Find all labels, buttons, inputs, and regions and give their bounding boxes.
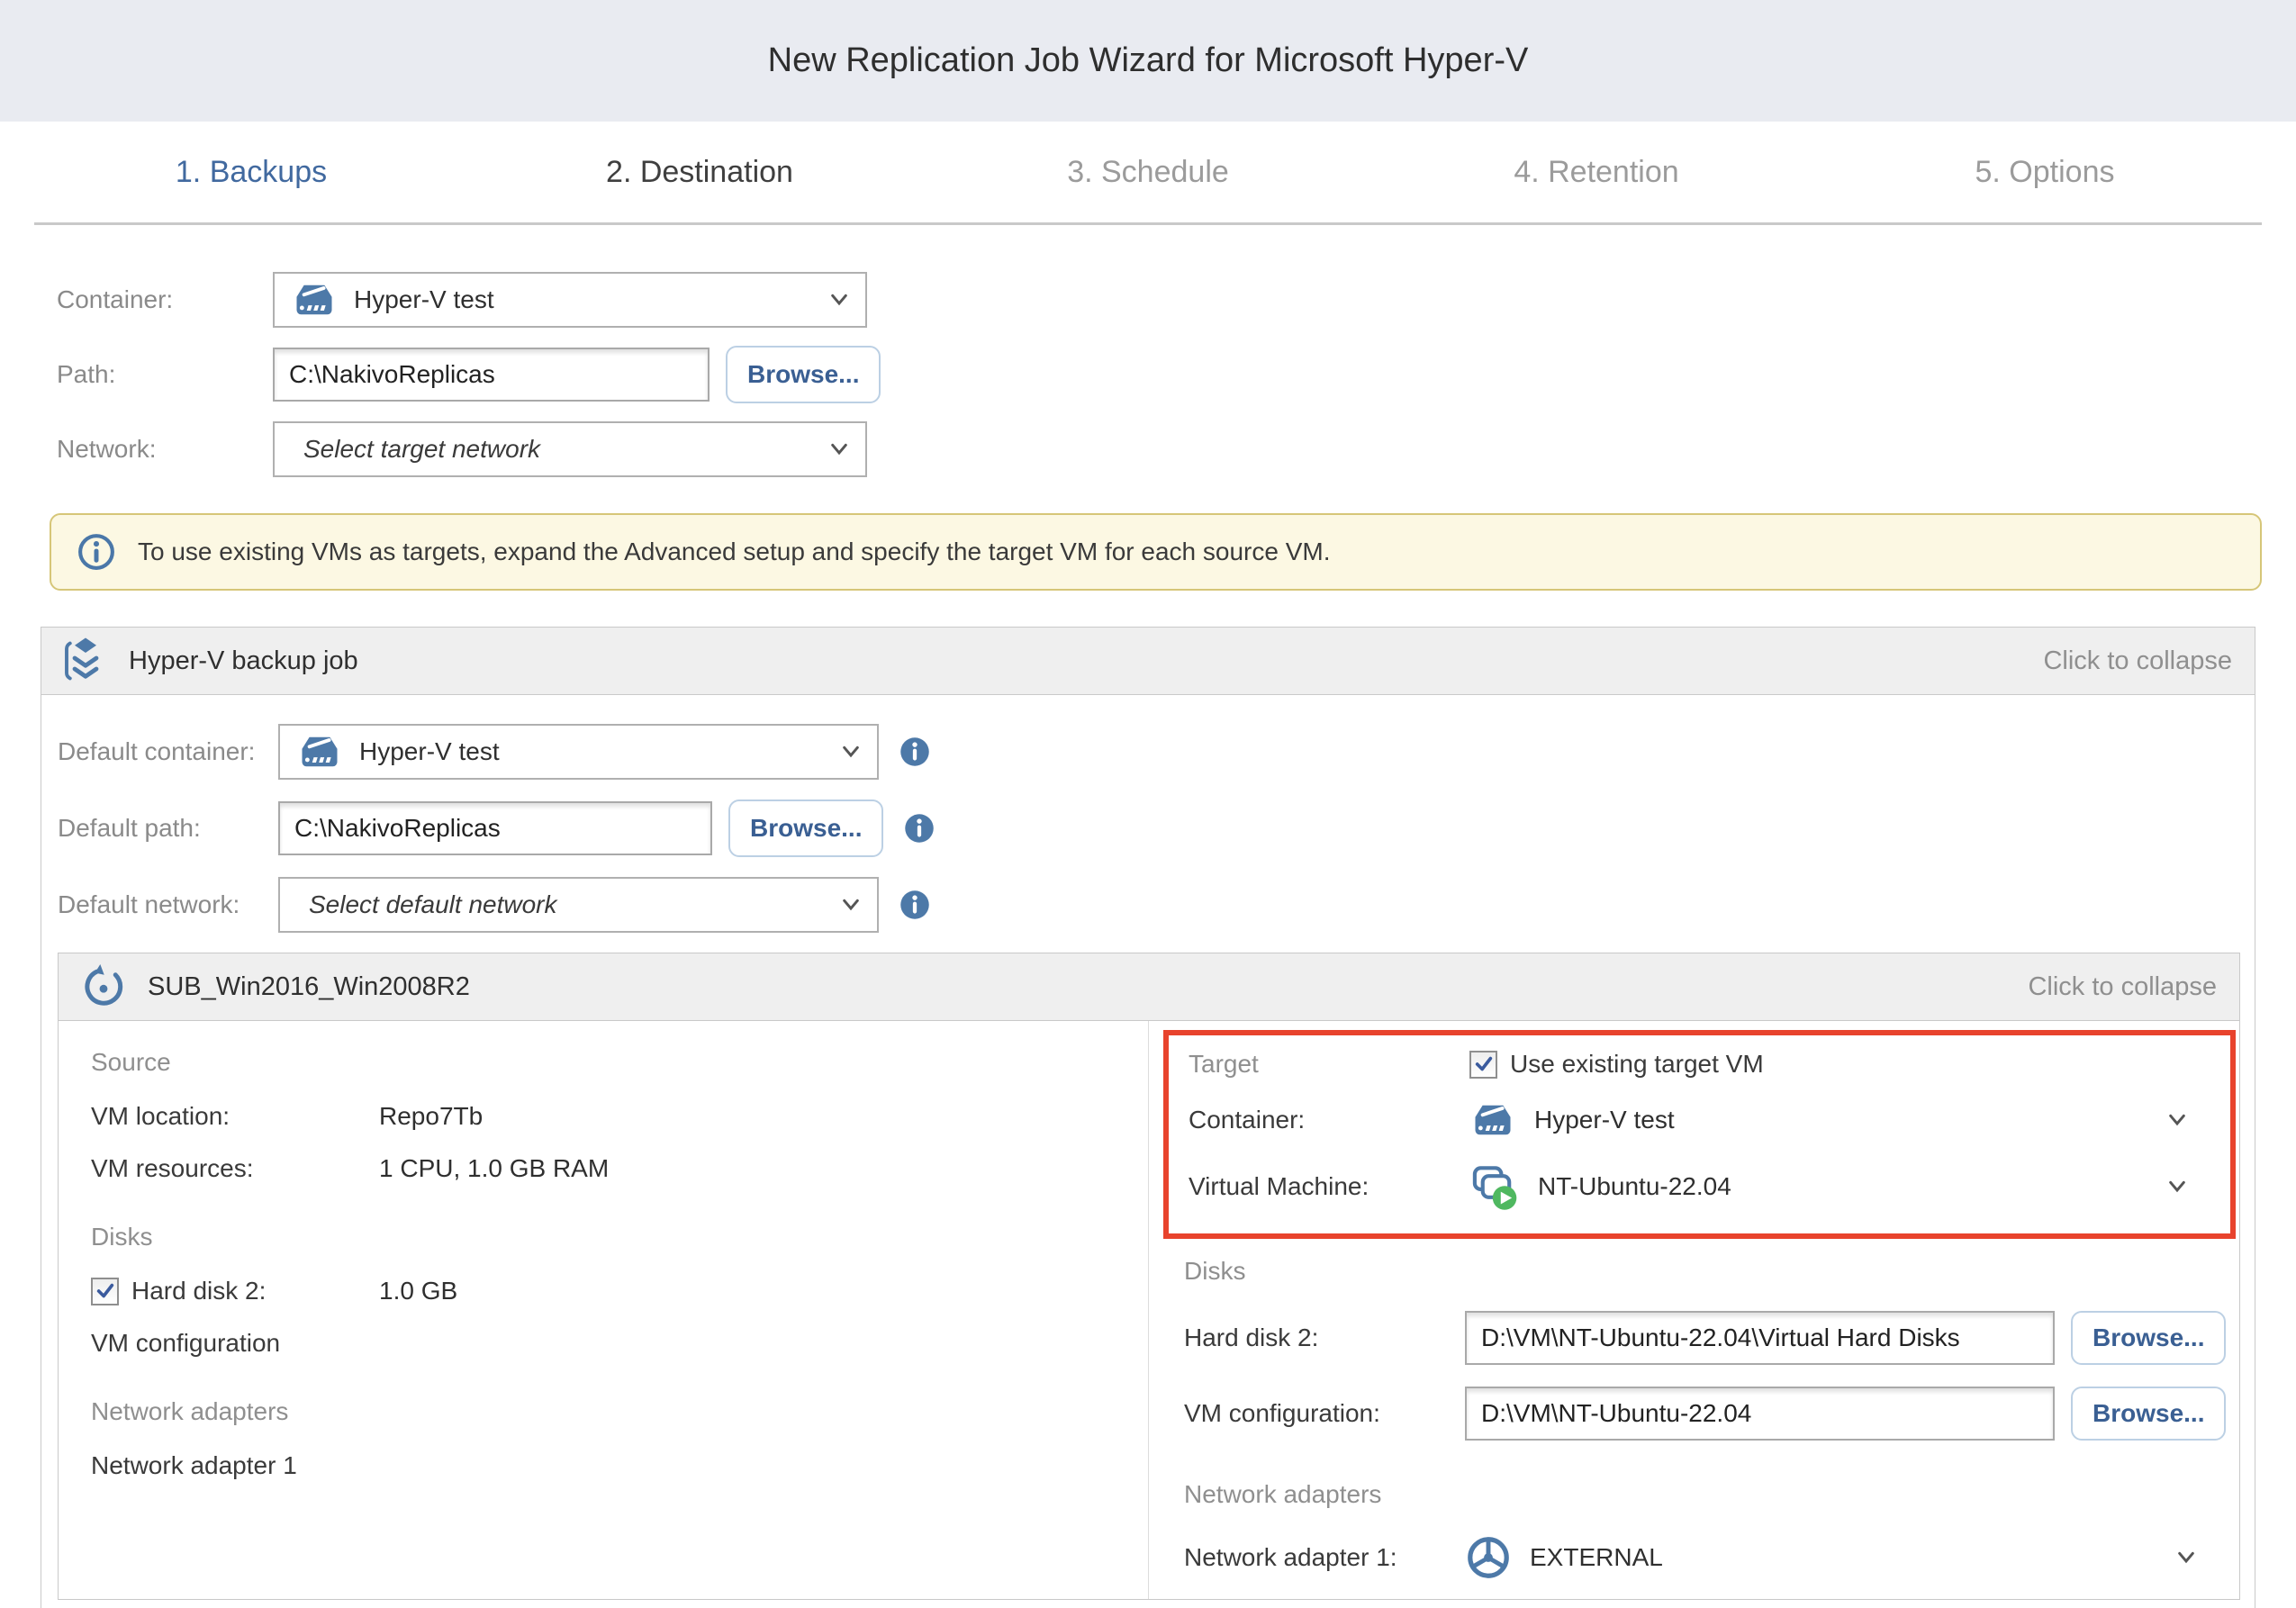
use-existing-target-vm-option[interactable]: Use existing target VM <box>1469 1050 1764 1079</box>
chevron-down-icon <box>2167 1179 2187 1194</box>
vm-location-label: VM location: <box>91 1102 379 1131</box>
hard-disk-checkbox[interactable] <box>91 1278 119 1305</box>
chevron-down-icon <box>841 898 861 912</box>
use-existing-checkbox[interactable] <box>1469 1051 1497 1079</box>
target-column: Target Use existing target VM Container: <box>1148 1021 2239 1599</box>
target-disks-label: Disks <box>1184 1257 2239 1286</box>
destination-form: Container: Hyper-V test Path: Browse... … <box>0 225 2296 477</box>
chevron-down-icon <box>2167 1113 2187 1127</box>
wizard-steps: 1. Backups 2. Destination 3. Schedule 4.… <box>0 122 2296 222</box>
virtual-machine-icon <box>1469 1161 1520 1212</box>
vm-panel-body: Source VM location: Repo7Tb VM resources… <box>59 1021 2239 1599</box>
wizard-window: New Replication Job Wizard for Microsoft… <box>0 0 2296 1608</box>
chevron-down-icon <box>2176 1550 2196 1565</box>
backup-job-stack-icon <box>64 635 107 687</box>
step-backups[interactable]: 1. Backups <box>27 155 475 190</box>
collapse-hint: Click to collapse <box>2043 646 2232 676</box>
vm-resources-value: 1 CPU, 1.0 GB RAM <box>379 1154 609 1183</box>
backup-job-header[interactable]: Hyper-V backup job Click to collapse <box>41 628 2255 695</box>
source-hard-disk-value: 1.0 GB <box>379 1277 457 1305</box>
default-container-dropdown[interactable]: Hyper-V test <box>278 724 879 780</box>
drive-icon <box>291 280 338 320</box>
container-value: Hyper-V test <box>354 285 494 314</box>
target-net-adapter-value: EXTERNAL <box>1530 1543 1663 1572</box>
source-vm-config-label: VM configuration <box>91 1329 379 1358</box>
highlight-box: Target Use existing target VM Container: <box>1163 1030 2236 1239</box>
default-network-label: Default network: <box>58 890 278 919</box>
default-path-browse-button[interactable]: Browse... <box>728 799 883 857</box>
default-container-label: Default container: <box>58 737 278 766</box>
source-hard-disk-label: Hard disk 2: <box>131 1277 266 1305</box>
step-options[interactable]: 5. Options <box>1821 155 2269 190</box>
target-vm-config-label: VM configuration: <box>1184 1399 1465 1428</box>
use-existing-label: Use existing target VM <box>1510 1050 1764 1079</box>
chevron-down-icon <box>829 293 849 307</box>
step-destination[interactable]: 2. Destination <box>475 155 924 190</box>
container-dropdown[interactable]: Hyper-V test <box>273 272 867 328</box>
backup-job-body: Default container: Hyper-V test Default … <box>41 695 2255 1608</box>
step-retention[interactable]: 4. Retention <box>1372 155 1821 190</box>
wizard-title-bar: New Replication Job Wizard for Microsoft… <box>0 0 2296 122</box>
path-input[interactable] <box>273 348 710 402</box>
target-container-label: Container: <box>1189 1106 1469 1134</box>
default-network-dropdown[interactable]: Select default network <box>278 877 879 933</box>
vm-panel-header[interactable]: SUB_Win2016_Win2008R2 Click to collapse <box>59 953 2239 1021</box>
target-vm-value: NT-Ubuntu-22.04 <box>1538 1172 1731 1201</box>
target-hard-disk-browse-button[interactable]: Browse... <box>2071 1311 2226 1365</box>
drive-icon <box>1469 1100 1516 1140</box>
target-vm-label: Virtual Machine: <box>1189 1172 1469 1201</box>
source-column: Source VM location: Repo7Tb VM resources… <box>59 1021 1148 1599</box>
target-vm-config-path-input[interactable] <box>1465 1387 2055 1441</box>
page-title: New Replication Job Wizard for Microsoft… <box>768 41 1529 80</box>
source-net-adapters-label: Network adapters <box>91 1397 1148 1426</box>
container-label: Container: <box>57 285 273 314</box>
target-vm-config-browse-button[interactable]: Browse... <box>2071 1387 2226 1441</box>
network-dropdown[interactable]: Select target network <box>273 421 867 477</box>
info-icon <box>77 532 116 572</box>
info-icon <box>899 889 931 921</box>
chevron-down-icon <box>841 745 861 759</box>
source-net-adapter-label: Network adapter 1 <box>91 1451 379 1480</box>
source-section-label: Source <box>91 1048 1148 1077</box>
target-container-value: Hyper-V test <box>1534 1106 1675 1134</box>
target-vm-dropdown[interactable]: Virtual Machine: NT-Ubuntu-22.04 <box>1189 1161 2230 1212</box>
target-container-dropdown[interactable]: Container: Hyper-V test <box>1189 1100 2230 1140</box>
target-hard-disk-path-input[interactable] <box>1465 1311 2055 1365</box>
chevron-down-icon <box>829 442 849 456</box>
network-label: Network: <box>57 435 273 464</box>
target-net-adapters-label: Network adapters <box>1184 1480 2239 1509</box>
vm-panel-title: SUB_Win2016_Win2008R2 <box>148 972 470 1002</box>
backup-job-panel: Hyper-V backup job Click to collapse Def… <box>41 627 2255 1608</box>
network-placeholder: Select target network <box>303 435 540 464</box>
default-container-value: Hyper-V test <box>359 737 500 766</box>
path-browse-button[interactable]: Browse... <box>726 346 881 403</box>
info-icon <box>903 812 936 845</box>
info-banner-text: To use existing VMs as targets, expand t… <box>138 538 1331 566</box>
default-network-placeholder: Select default network <box>309 890 557 919</box>
info-banner: To use existing VMs as targets, expand t… <box>50 513 2262 591</box>
vm-panel: SUB_Win2016_Win2008R2 Click to collapse … <box>58 953 2240 1600</box>
info-icon <box>899 736 931 768</box>
network-hub-icon <box>1465 1534 1512 1581</box>
default-path-input[interactable] <box>278 801 712 855</box>
path-label: Path: <box>57 360 273 389</box>
target-hard-disk-label: Hard disk 2: <box>1184 1323 1465 1352</box>
drive-icon <box>296 732 343 772</box>
step-schedule[interactable]: 3. Schedule <box>924 155 1372 190</box>
vm-resources-label: VM resources: <box>91 1154 379 1183</box>
collapse-hint: Click to collapse <box>2028 972 2217 1002</box>
default-path-label: Default path: <box>58 814 278 843</box>
target-net-adapter-dropdown[interactable]: Network adapter 1: EXTERNAL <box>1184 1534 2239 1581</box>
source-disks-label: Disks <box>91 1223 1148 1251</box>
target-net-adapter-label: Network adapter 1: <box>1184 1543 1465 1572</box>
replication-icon <box>81 962 126 1012</box>
target-section-label: Target <box>1189 1050 1469 1079</box>
backup-job-title: Hyper-V backup job <box>129 646 358 676</box>
vm-location-value: Repo7Tb <box>379 1102 483 1131</box>
